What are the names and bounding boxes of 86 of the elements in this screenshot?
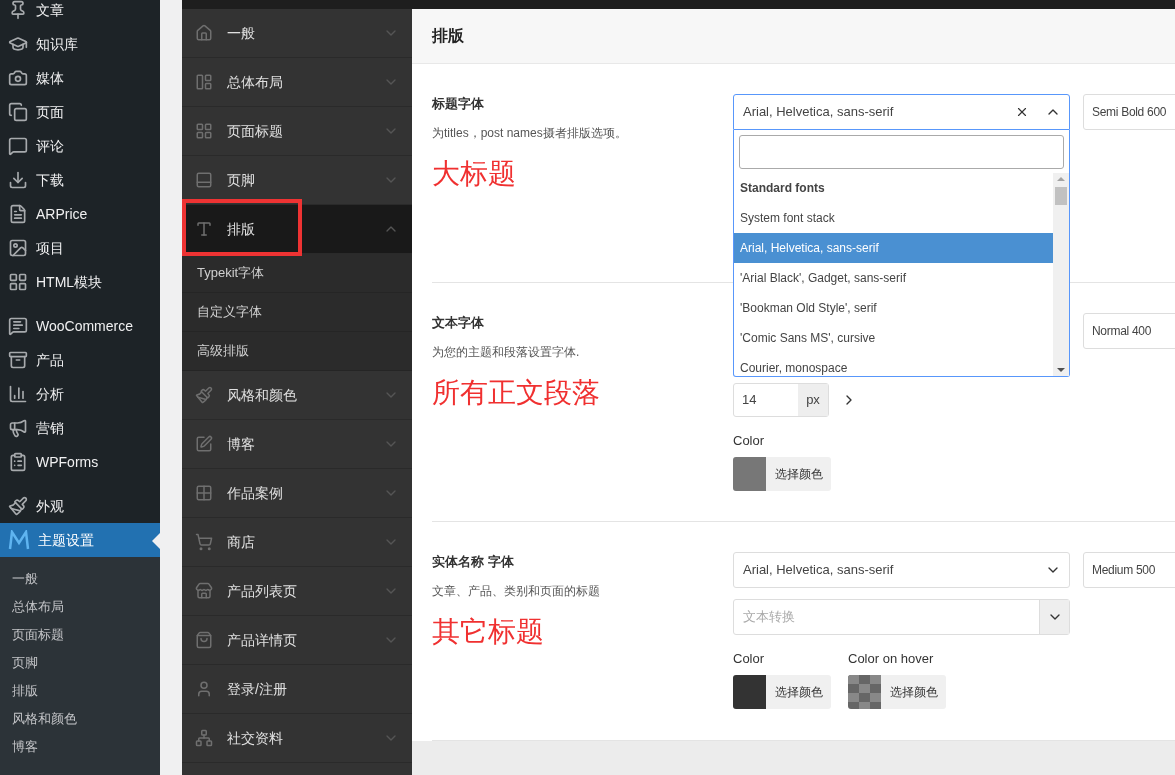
cart-icon: [195, 533, 213, 551]
setting-label: 文本字体: [432, 314, 485, 332]
admin-menu-item[interactable]: 页面: [0, 95, 160, 129]
color-label: Color on hover: [848, 650, 935, 668]
submenu-link[interactable]: 一般: [0, 565, 160, 593]
page-heading: 排版: [432, 26, 464, 46]
admin-menu-item[interactable]: 知识库: [0, 27, 160, 61]
admin-menu-item[interactable]: 评论: [0, 129, 160, 163]
edit-icon: [195, 435, 213, 453]
logo-icon: [8, 530, 30, 550]
grid-icon: [195, 122, 213, 140]
admin-menu-item[interactable]: 分析: [0, 377, 160, 411]
admin-menu-item[interactable]: 主题设置: [0, 523, 160, 557]
font-select[interactable]: Arial, Helvetica, sans-serif: [733, 552, 1070, 588]
grid-icon: [8, 272, 28, 292]
admin-menu-item[interactable]: 文章: [0, 0, 160, 27]
download-icon: [8, 170, 28, 190]
megaphone-icon: [8, 418, 28, 438]
paintbrush-icon: [8, 496, 28, 516]
bar-chart-icon: [8, 384, 28, 404]
panel-subitem[interactable]: 自定义字体: [182, 293, 412, 332]
admin-menu-item[interactable]: 下载: [0, 163, 160, 197]
annotation-text: 其它标题: [432, 615, 545, 649]
admin-menu-item[interactable]: HTML模块: [0, 265, 160, 299]
admin-menu-item[interactable]: 产品: [0, 343, 160, 377]
weight-select[interactable]: Semi Bold 600: [1083, 94, 1175, 130]
layout-icon: [195, 73, 213, 91]
submenu-link[interactable]: 风格和颜色: [0, 705, 160, 733]
footer-layout-icon: [195, 171, 213, 189]
font-option[interactable]: 'Arial Black', Gadget, sans-serif: [734, 263, 1053, 293]
setting-label: 标题字体: [432, 95, 485, 113]
setting-description: 为titles，post names摄者排版选项。: [432, 125, 628, 142]
option-group-label: Standard fonts: [739, 180, 826, 197]
font-size-field[interactable]: 14 px: [733, 383, 829, 417]
submenu-link[interactable]: 博客: [0, 733, 160, 761]
submenu-link[interactable]: 页面标题: [0, 621, 160, 649]
font-option[interactable]: System font stack: [734, 203, 1053, 233]
admin-menu-item[interactable]: WooCommerce: [0, 309, 160, 343]
archive-icon: [8, 350, 28, 370]
document-icon: [8, 204, 28, 224]
grid-icon: [195, 484, 213, 502]
submenu-link[interactable]: 排版: [0, 677, 160, 705]
admin-menu-item[interactable]: WPForms: [0, 445, 160, 479]
admin-menu-item[interactable]: 项目: [0, 231, 160, 265]
network-icon: [195, 729, 213, 747]
color-picker-button[interactable]: 选择颜色: [733, 675, 831, 709]
font-select[interactable]: Arial, Helvetica, sans-serif: [733, 94, 1070, 130]
font-option[interactable]: 'Bookman Old Style', serif: [734, 293, 1053, 323]
setting-description: 为您的主题和段落设置字体.: [432, 344, 581, 361]
color-picker-button[interactable]: 选择颜色: [848, 675, 946, 709]
store-icon: [195, 582, 213, 600]
color-picker-button[interactable]: 选择颜色: [733, 457, 831, 491]
comment-icon: [8, 136, 28, 156]
annotation-text: 所有正文段落: [432, 376, 601, 410]
admin-menu-item[interactable]: ARPrice: [0, 197, 160, 231]
admin-menu-item[interactable]: 营销: [0, 411, 160, 445]
pages-icon: [8, 102, 28, 122]
scrollbar[interactable]: [1053, 173, 1069, 376]
admin-menu-item[interactable]: 媒体: [0, 61, 160, 95]
clear-icon[interactable]: [1015, 105, 1029, 119]
panel-subitem[interactable]: 高级排版: [182, 332, 412, 371]
home-icon: [195, 24, 213, 42]
font-option[interactable]: Courier, monospace: [734, 353, 1053, 376]
annotation-text: 大标题: [432, 157, 517, 191]
weight-select[interactable]: Normal 400: [1083, 313, 1175, 349]
paintbrush-icon: [195, 386, 213, 404]
admin-menu-item[interactable]: 外观: [0, 489, 160, 523]
submenu-link[interactable]: 页脚: [0, 649, 160, 677]
graduation-cap-icon: [8, 34, 28, 54]
form-icon: [8, 452, 28, 472]
submenu-link[interactable]: 总体布局: [0, 593, 160, 621]
bag-icon: [195, 631, 213, 649]
color-label: Color: [733, 432, 766, 450]
camera-icon: [8, 68, 28, 88]
dropdown-search-field[interactable]: [739, 135, 1064, 169]
font-option[interactable]: 'Comic Sans MS', cursive: [734, 323, 1053, 353]
user-icon: [195, 680, 213, 698]
weight-select[interactable]: Medium 500: [1083, 552, 1175, 588]
setting-label: 实体名称 字体: [432, 553, 515, 571]
pin-icon: [8, 0, 28, 20]
color-label: Color: [733, 650, 766, 668]
setting-description: 文章、产品、类别和页面的标题: [432, 583, 601, 600]
panel-subitem[interactable]: Typekit字体: [182, 254, 412, 293]
type-icon: [195, 220, 213, 238]
speech-bubble-icon: [8, 316, 28, 336]
image-icon: [8, 238, 28, 258]
